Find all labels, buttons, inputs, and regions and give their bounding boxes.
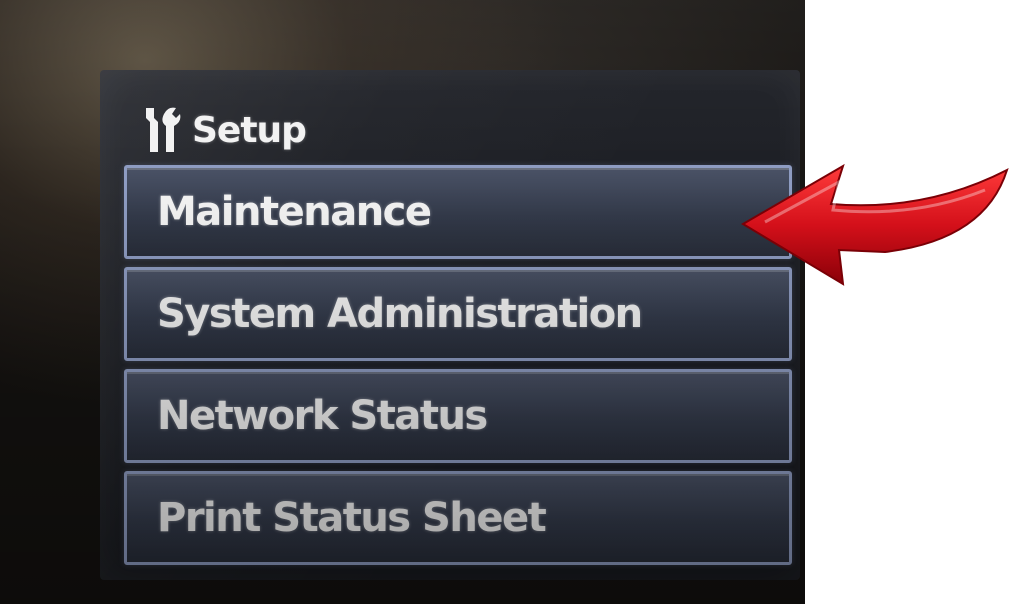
screen-header: Setup (142, 102, 307, 158)
menu-item-label: System Administration (157, 291, 643, 337)
menu-item-network-status[interactable]: Network Status (124, 369, 792, 463)
printer-lcd-screen: Setup Maintenance System Administration … (100, 70, 800, 580)
menu-item-label: Maintenance (157, 189, 432, 235)
screen-title: Setup (192, 109, 307, 151)
wrench-icon (146, 107, 181, 152)
menu-item-label: Print Status Sheet (157, 495, 547, 541)
menu-item-print-status-sheet[interactable]: Print Status Sheet (124, 471, 792, 565)
menu-item-system-administration[interactable]: System Administration (124, 267, 792, 361)
menu-item-label: Network Status (157, 393, 488, 439)
menu-item-maintenance[interactable]: Maintenance (124, 165, 792, 259)
device-photo: Setup Maintenance System Administration … (0, 0, 805, 604)
setup-menu: Maintenance System Administration Networ… (124, 165, 792, 573)
red-arrow-icon (741, 163, 1009, 286)
